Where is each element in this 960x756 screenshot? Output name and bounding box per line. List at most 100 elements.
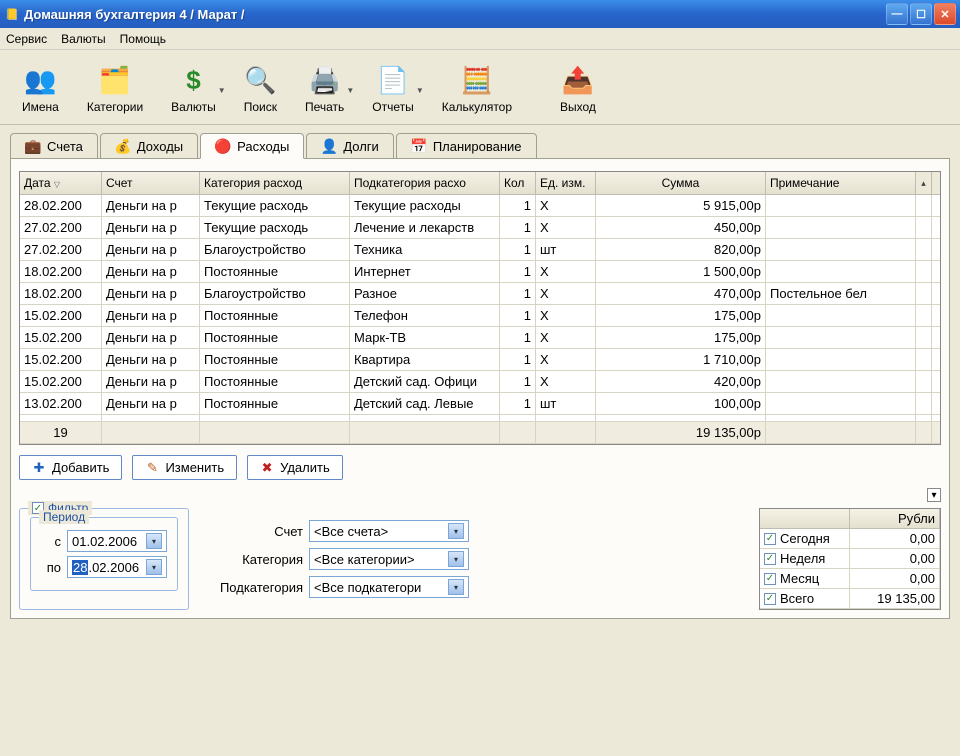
- maximize-button[interactable]: ☐: [910, 3, 932, 25]
- period-checkbox[interactable]: ✓: [764, 533, 776, 545]
- exit-button[interactable]: 📤 Выход: [546, 60, 610, 118]
- minimize-button[interactable]: —: [886, 3, 908, 25]
- calculator-button[interactable]: 🧮 Калькулятор: [428, 60, 526, 118]
- edit-button[interactable]: ✎ Изменить: [132, 455, 237, 480]
- menubar: Сервис Валюты Помощь: [0, 28, 960, 50]
- col-sum[interactable]: Сумма: [596, 172, 766, 194]
- cell: 1: [500, 371, 536, 392]
- cell: Деньги на р: [102, 371, 200, 392]
- dollar-icon: $: [177, 64, 209, 96]
- tab-planning[interactable]: 📅 Планирование: [396, 133, 537, 159]
- from-date-input[interactable]: 01.02.2006 ▾: [67, 530, 167, 552]
- totals-value: 0,00: [850, 529, 940, 548]
- planning-icon: 📅: [411, 139, 427, 155]
- categories-icon: 🗂️: [99, 64, 131, 96]
- scroll-up-button[interactable]: ▴: [916, 172, 932, 194]
- add-button[interactable]: ✚ Добавить: [19, 455, 122, 480]
- menu-currencies[interactable]: Валюты: [61, 32, 106, 46]
- tab-income[interactable]: 💰 Доходы: [100, 133, 198, 159]
- table-row[interactable]: 27.02.200Деньги на рБлагоустройствоТехни…: [20, 239, 940, 261]
- grid-header: Дата ▽ Счет Категория расход Подкатегори…: [20, 172, 940, 195]
- collapse-button[interactable]: ▾: [927, 488, 941, 502]
- chevron-down-icon[interactable]: ▾: [448, 579, 464, 595]
- subcategory-filter-combo[interactable]: <Все подкатегори ▾: [309, 576, 469, 598]
- plus-icon: ✚: [32, 461, 46, 475]
- period-checkbox[interactable]: ✓: [764, 593, 776, 605]
- table-row[interactable]: 27.02.200Деньги на рТекущие расходьЛечен…: [20, 217, 940, 239]
- col-category[interactable]: Категория расход: [200, 172, 350, 194]
- cell: Х: [536, 327, 596, 348]
- cell: Х: [536, 349, 596, 370]
- cell: [916, 327, 932, 348]
- cell: [766, 261, 916, 282]
- table-row[interactable]: 15.02.200Деньги на рПостоянныеТелефон1Х1…: [20, 305, 940, 327]
- table-row[interactable]: 28.02.200Деньги на рТекущие расходьТекущ…: [20, 195, 940, 217]
- account-filter-combo[interactable]: <Все счета> ▾: [309, 520, 469, 542]
- totals-value: 0,00: [850, 569, 940, 588]
- col-qty[interactable]: Кол: [500, 172, 536, 194]
- chevron-down-icon[interactable]: ▾: [146, 533, 162, 549]
- currencies-button[interactable]: $ Валюты ▼: [157, 60, 230, 118]
- cell: [916, 195, 932, 216]
- cell: Благоустройство: [200, 239, 350, 260]
- cell: Разное: [350, 283, 500, 304]
- delete-button[interactable]: ✖ Удалить: [247, 455, 343, 480]
- debts-icon: 👤: [321, 139, 337, 155]
- cell: 15.02.200: [20, 327, 102, 348]
- totals-value: 19 135,00: [850, 589, 940, 608]
- cell: Постельное бел: [766, 283, 916, 304]
- names-button[interactable]: 👥 Имена: [8, 60, 73, 118]
- summary-row: 19 19 135,00р: [20, 422, 940, 444]
- categories-button[interactable]: 🗂️ Категории: [73, 60, 157, 118]
- chevron-down-icon[interactable]: ▾: [448, 523, 464, 539]
- cell: [766, 393, 916, 414]
- col-subcategory[interactable]: Подкатегория расхо: [350, 172, 500, 194]
- period-checkbox[interactable]: ✓: [764, 573, 776, 585]
- table-row[interactable]: 15.02.200Деньги на рПостоянныеДетский са…: [20, 371, 940, 393]
- menu-help[interactable]: Помощь: [120, 32, 166, 46]
- tab-accounts[interactable]: 💼 Счета: [10, 133, 98, 159]
- close-button[interactable]: ✕: [934, 3, 956, 25]
- cell: Постоянные: [200, 305, 350, 326]
- cell: [766, 349, 916, 370]
- cell: шт: [536, 393, 596, 414]
- totals-label: Всего: [780, 591, 814, 606]
- cell: Х: [536, 371, 596, 392]
- chevron-down-icon[interactable]: ▾: [146, 559, 162, 575]
- cell: 1: [500, 327, 536, 348]
- table-row[interactable]: 18.02.200Деньги на рПостоянныеИнтернет1Х…: [20, 261, 940, 283]
- col-unit[interactable]: Ед. изм.: [536, 172, 596, 194]
- col-note[interactable]: Примечание: [766, 172, 916, 194]
- reports-button[interactable]: 📄 Отчеты ▼: [358, 60, 427, 118]
- col-account[interactable]: Счет: [102, 172, 200, 194]
- category-filter-combo[interactable]: <Все категории> ▾: [309, 548, 469, 570]
- cell: Деньги на р: [102, 305, 200, 326]
- col-date[interactable]: Дата ▽: [20, 172, 102, 194]
- menu-service[interactable]: Сервис: [6, 32, 47, 46]
- tab-expenses[interactable]: 🔴 Расходы: [200, 133, 304, 159]
- data-grid: Дата ▽ Счет Категория расход Подкатегори…: [19, 171, 941, 445]
- table-row[interactable]: 18.02.200Деньги на рБлагоустройствоРазно…: [20, 283, 940, 305]
- btn-label: Удалить: [280, 460, 330, 475]
- cell: Постоянные: [200, 371, 350, 392]
- totals-box: Рубли ✓Сегодня0,00✓Неделя0,00✓Месяц0,00✓…: [759, 508, 941, 610]
- table-row[interactable]: 15.02.200Деньги на рПостоянныеКвартира1Х…: [20, 349, 940, 371]
- cell: 1: [500, 393, 536, 414]
- table-row[interactable]: 13.02.200Деньги на рПостоянныеДетский са…: [20, 393, 940, 415]
- tab-debts[interactable]: 👤 Долги: [306, 133, 393, 159]
- cell: Детский сад. Офици: [350, 371, 500, 392]
- totals-label: Неделя: [780, 551, 825, 566]
- btn-label: Добавить: [52, 460, 109, 475]
- to-date-input[interactable]: 28.02.2006 ▾: [67, 556, 167, 578]
- cell: Текущие расходь: [200, 195, 350, 216]
- print-button[interactable]: 🖨️ Печать ▼: [291, 60, 358, 118]
- totals-row: ✓Месяц0,00: [760, 569, 940, 589]
- subcategory-filter-label: Подкатегория: [203, 580, 303, 595]
- table-row[interactable]: [20, 415, 940, 422]
- action-row: ✚ Добавить ✎ Изменить ✖ Удалить: [19, 455, 941, 480]
- search-button[interactable]: 🔍 Поиск: [230, 60, 291, 118]
- totals-value: 0,00: [850, 549, 940, 568]
- chevron-down-icon[interactable]: ▾: [448, 551, 464, 567]
- period-checkbox[interactable]: ✓: [764, 553, 776, 565]
- table-row[interactable]: 15.02.200Деньги на рПостоянныеМарк-ТВ1Х1…: [20, 327, 940, 349]
